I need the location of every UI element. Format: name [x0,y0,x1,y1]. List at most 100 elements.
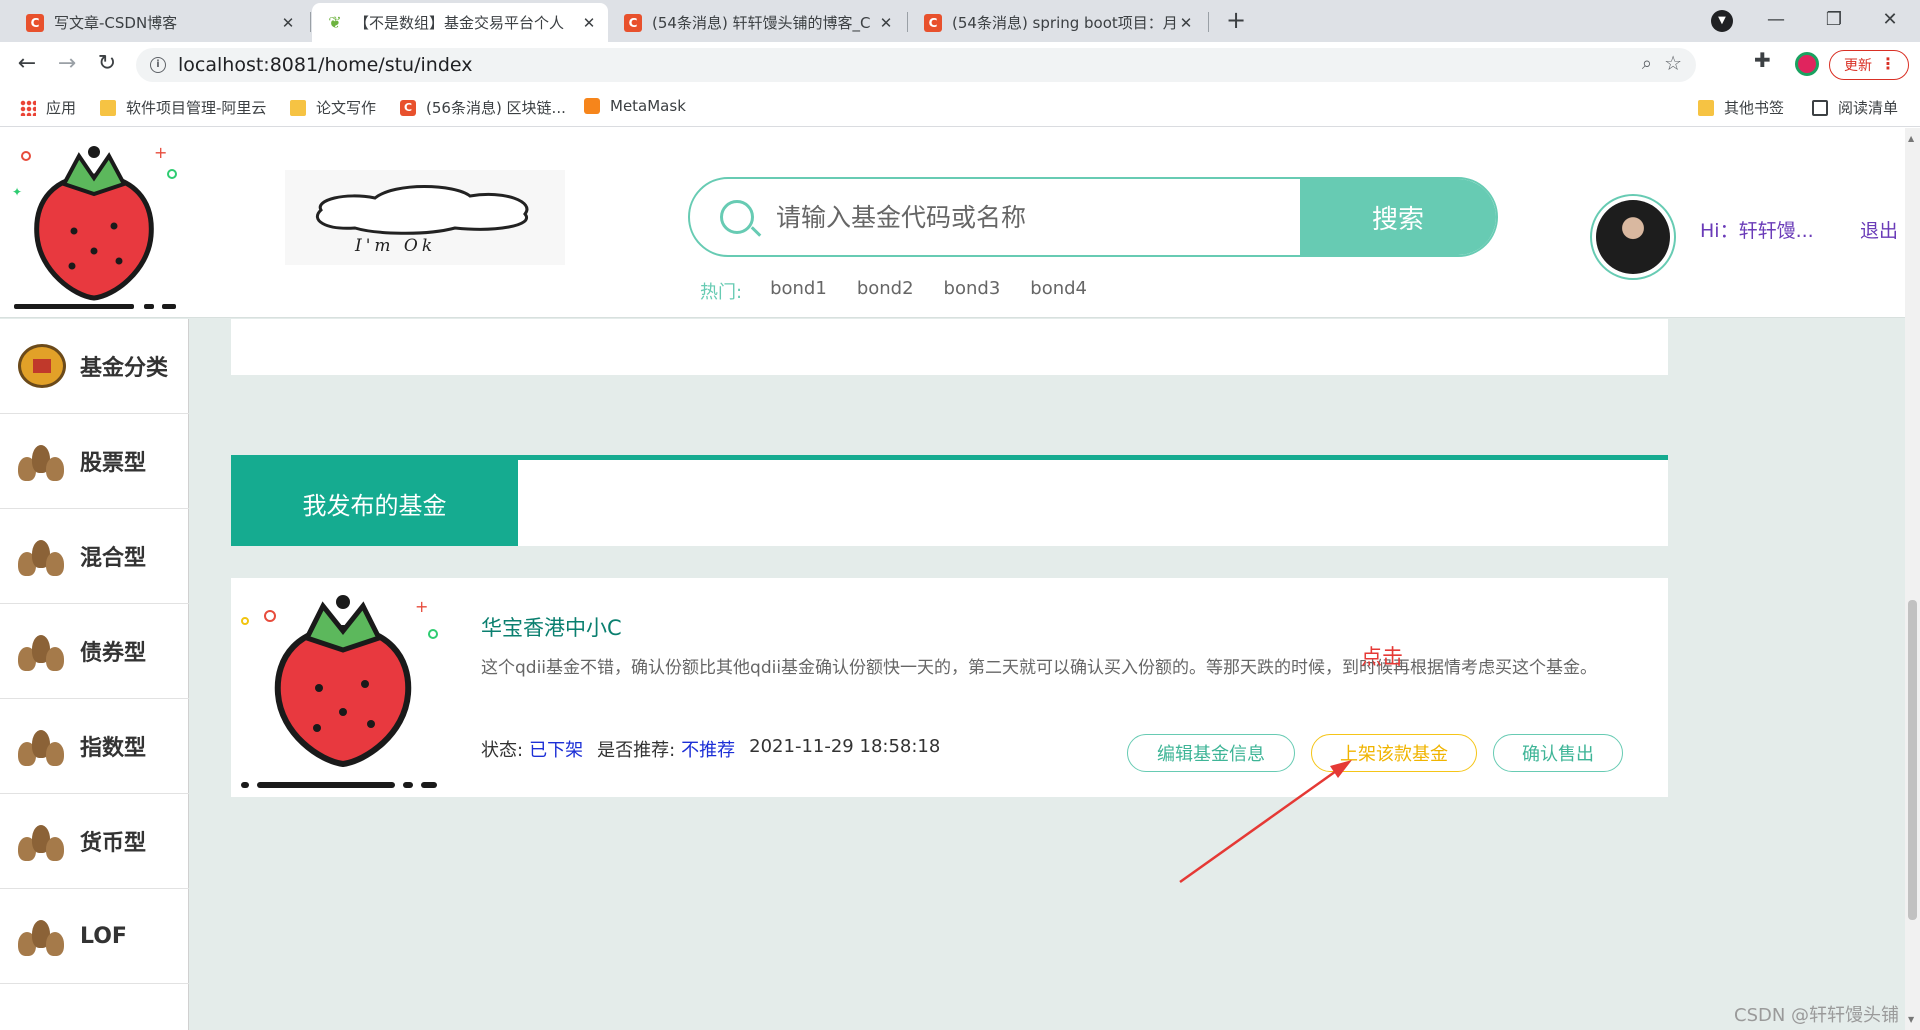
fund-name[interactable]: 华宝香港中小C [481,612,622,642]
avatar-photo [1596,200,1670,274]
browser-tab-active[interactable]: ❦ 【不是数组】基金交易平台个人 ✕ [312,3,608,42]
profile-avatar-icon[interactable] [1795,52,1819,76]
user-avatar[interactable] [1590,194,1676,280]
recommend-value: 不推荐 [681,740,736,761]
money-bags-icon [18,536,66,576]
url-text[interactable]: localhost:8081/home/stu/index [178,54,472,76]
restore-icon[interactable]: ❐ [1814,6,1854,34]
hot-item-bond3[interactable]: bond3 [944,278,1001,304]
tab-title: 写文章-CSDN博客 [54,14,178,32]
status-value: 已下架 [529,740,584,761]
svg-text:+: + [415,597,428,616]
confirm-sell-button[interactable]: 确认售出 [1493,734,1623,772]
reading-list[interactable]: 阅读清单 [1812,97,1898,118]
hot-item-bond4[interactable]: bond4 [1030,278,1087,304]
scroll-thumb[interactable] [1908,600,1917,920]
bookmark-link[interactable]: C (56条消息) 区块链... [400,97,566,118]
browser-tab[interactable]: C 写文章-CSDN博客 ✕ [12,3,307,42]
zoom-icon[interactable]: ⌕ [1642,53,1652,74]
bookmark-label: 软件项目管理-阿里云 [126,99,267,117]
recommend-label: 是否推荐: [597,740,676,761]
browser-toolbar: ← → ↻ i localhost:8081/home/stu/index ⌕ … [0,42,1920,87]
close-icon[interactable]: ✕ [279,14,297,32]
sidebar-item-money-market[interactable]: 货币型 [0,794,189,889]
reload-icon[interactable]: ↻ [92,49,122,79]
bookmark-link[interactable]: MetaMask [584,97,686,115]
hot-keywords: 热门: bond1 bond2 bond3 bond4 [700,278,1117,304]
window-close-icon[interactable]: ✕ [1870,6,1910,34]
tab-my-published-funds[interactable]: 我发布的基金 [231,460,518,546]
browser-tab[interactable]: C (54条消息) 轩轩馒头铺的博客_C ✕ [610,3,905,42]
close-icon[interactable]: ✕ [877,14,895,32]
bookmarks-bar: 应用 软件项目管理-阿里云 论文写作 C (56条消息) 区块链... Meta… [0,87,1920,127]
update-button[interactable]: 更新 ⋮ [1829,50,1909,80]
money-bags-icon [18,726,66,766]
scroll-down-icon[interactable]: ▼ [1908,1015,1914,1024]
tab-separator [310,12,311,32]
bookmark-star-icon[interactable]: ☆ [1664,51,1682,75]
bookmark-folder[interactable]: 论文写作 [290,97,376,118]
money-bags-icon [18,631,66,671]
edit-fund-button[interactable]: 编辑基金信息 [1127,734,1295,772]
sidebar-item-label: LOF [80,923,127,949]
scroll-up-icon[interactable]: ▲ [1908,134,1914,143]
extensions-puzzle-icon[interactable]: ✚ [1754,48,1771,72]
fund-card: + 华宝香港中小C 这个qdii基金不错，确认份额比其他qdii基金确认份额快一… [231,578,1668,797]
back-arrow-icon[interactable]: ← [12,49,42,79]
bond-badge-icon [18,344,66,388]
sidebar-item-stock[interactable]: 股票型 [0,414,189,509]
web-page: + ✦ I'm Ok 搜索 热门: bond1 bond2 [0,128,1920,1030]
address-bar[interactable]: i localhost:8081/home/stu/index ⌕ ☆ [136,48,1696,82]
fund-description: 这个qdii基金不错，确认份额比其他qdii基金确认份额快一天的，第二天就可以确… [481,658,1598,678]
sidebar-item-index[interactable]: 指数型 [0,699,189,794]
hot-item-bond2[interactable]: bond2 [857,278,914,304]
close-icon[interactable]: ✕ [580,14,598,32]
search-button[interactable]: 搜索 [1300,179,1496,255]
fund-search-bar: 搜索 [688,177,1498,257]
csdn-watermark: CSDN @轩轩馒头铺 [1734,1005,1900,1026]
tab-title: 【不是数组】基金交易平台个人 [354,14,565,32]
sidebar-item-label: 混合型 [80,546,147,571]
bookmark-apps[interactable]: 应用 [20,97,76,118]
money-bags-icon [18,821,66,861]
new-tab-button[interactable]: + [1222,6,1250,34]
main-content: 我发布的基金 + 华宝香港中小C 这个qdii基金不错，确认份额比其他qdii基… [231,319,1668,1030]
bookmark-label: (56条消息) 区块链... [426,99,566,117]
apps-grid-icon [20,99,36,116]
browser-tab[interactable]: C (54条消息) spring boot项目：月 ✕ [910,3,1205,42]
search-input[interactable] [776,197,1276,237]
bookmark-label: MetaMask [610,97,686,115]
bookmark-label: 论文写作 [316,99,377,117]
folder-icon [290,99,306,116]
logout-link[interactable]: 退出 [1860,216,1898,243]
fund-category-sidebar: 基金分类 股票型 混合型 债券型 指数型 货币型 LOF [0,319,189,1030]
bookmark-folder-other[interactable]: 其他书签 [1698,97,1784,118]
folder-icon [1698,99,1714,116]
search-icon [720,200,754,234]
sidebar-item-label: 货币型 [80,831,147,856]
minimize-icon[interactable]: — [1756,6,1796,34]
hot-label: 热门: [700,282,743,303]
page-scrollbar[interactable]: ▲ ▼ [1905,128,1920,1030]
tab-search-icon[interactable]: ▼ [1711,10,1733,32]
sidebar-item-bond[interactable]: 债券型 [0,604,189,699]
sidebar-item-lof[interactable]: LOF [0,889,189,984]
status-label: 状态: [481,740,524,761]
bookmark-label: 其他书签 [1724,99,1785,117]
hot-item-bond1[interactable]: bond1 [770,278,827,304]
tab-separator [1208,12,1209,32]
sidebar-item-fund-category[interactable]: 基金分类 [0,319,189,414]
sidebar-item-hybrid[interactable]: 混合型 [0,509,189,604]
bookmark-folder[interactable]: 软件项目管理-阿里云 [100,97,266,118]
strawberry-logo: + ✦ [12,143,177,309]
spring-leaf-icon: ❦ [328,13,342,32]
menu-dots-icon: ⋮ [1880,54,1896,73]
forward-arrow-icon[interactable]: → [52,49,82,79]
close-icon[interactable]: ✕ [1177,14,1195,32]
metamask-fox-icon [584,98,600,114]
info-icon[interactable]: i [150,57,166,73]
list-fund-button[interactable]: 上架该款基金 [1311,734,1477,772]
fund-strawberry-image: + [241,595,438,788]
user-greeting[interactable]: Hi：轩轩馒... [1700,216,1814,243]
svg-text:✦: ✦ [12,185,22,199]
